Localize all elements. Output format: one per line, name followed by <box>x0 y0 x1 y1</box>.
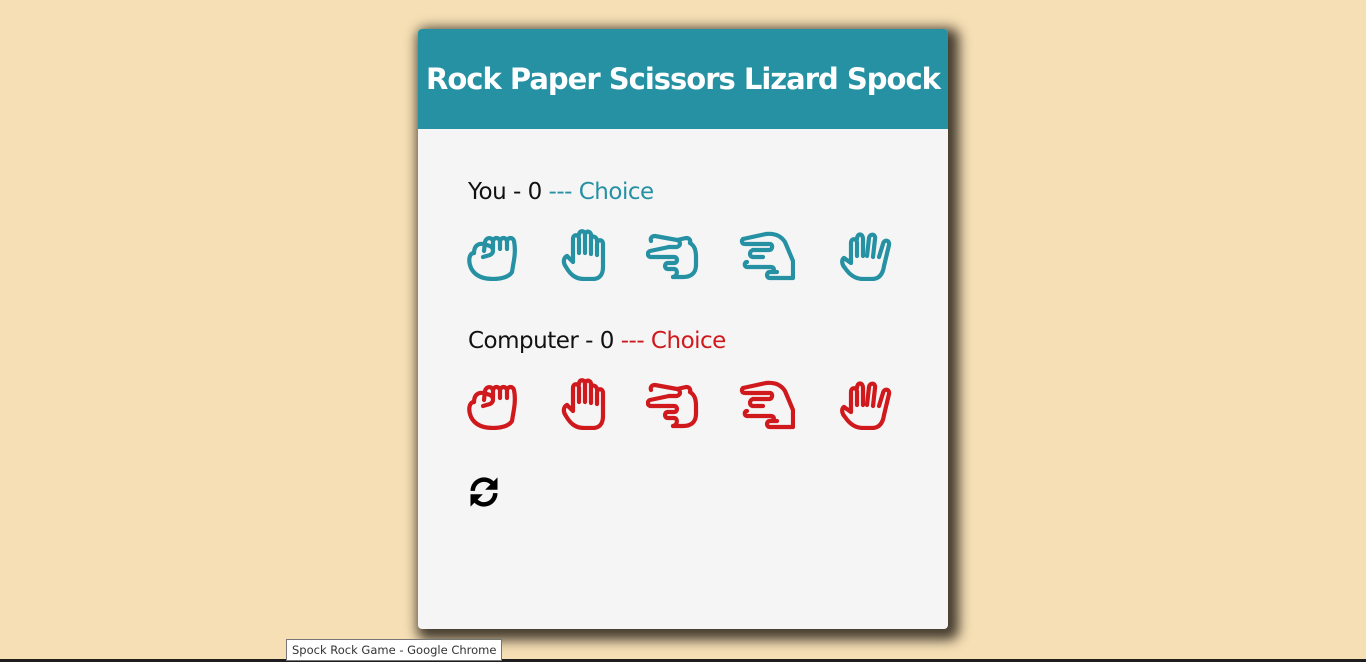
computer-rock-fist-hand-icon <box>466 378 522 430</box>
game-container: Rock Paper Scissors Lizard Spock You - 0… <box>418 29 948 629</box>
page-title: Rock Paper Scissors Lizard Spock <box>426 62 941 96</box>
computer-heading: Computer - 0 --- Choice <box>468 328 726 354</box>
header: Rock Paper Scissors Lizard Spock <box>418 29 948 129</box>
player-choices <box>466 229 896 281</box>
player-score: 0 <box>527 179 543 205</box>
computer-paper-open-hand-icon <box>559 378 615 430</box>
player-paper-open-hand-icon[interactable] <box>559 229 615 281</box>
player-scissors-hand-icon[interactable] <box>646 229 702 281</box>
player-rock-fist-hand-icon[interactable] <box>466 229 522 281</box>
player-spock-hand-icon[interactable] <box>838 229 894 281</box>
player-heading: You - 0 --- Choice <box>468 179 654 205</box>
player-choice: --- Choice <box>541 179 655 205</box>
computer-choices <box>466 378 896 430</box>
computer-lizard-hand-icon <box>739 378 795 430</box>
computer-label: Computer - <box>468 328 600 354</box>
computer-spock-hand-icon <box>838 378 894 430</box>
player-lizard-hand-icon[interactable] <box>739 229 795 281</box>
computer-score: 0 <box>599 328 615 354</box>
refresh-icon[interactable] <box>466 474 502 510</box>
computer-scissors-hand-icon <box>646 378 702 430</box>
window-tooltip: Spock Rock Game - Google Chrome <box>286 639 503 661</box>
computer-choice: --- Choice <box>613 328 727 354</box>
player-label: You - <box>468 179 528 205</box>
